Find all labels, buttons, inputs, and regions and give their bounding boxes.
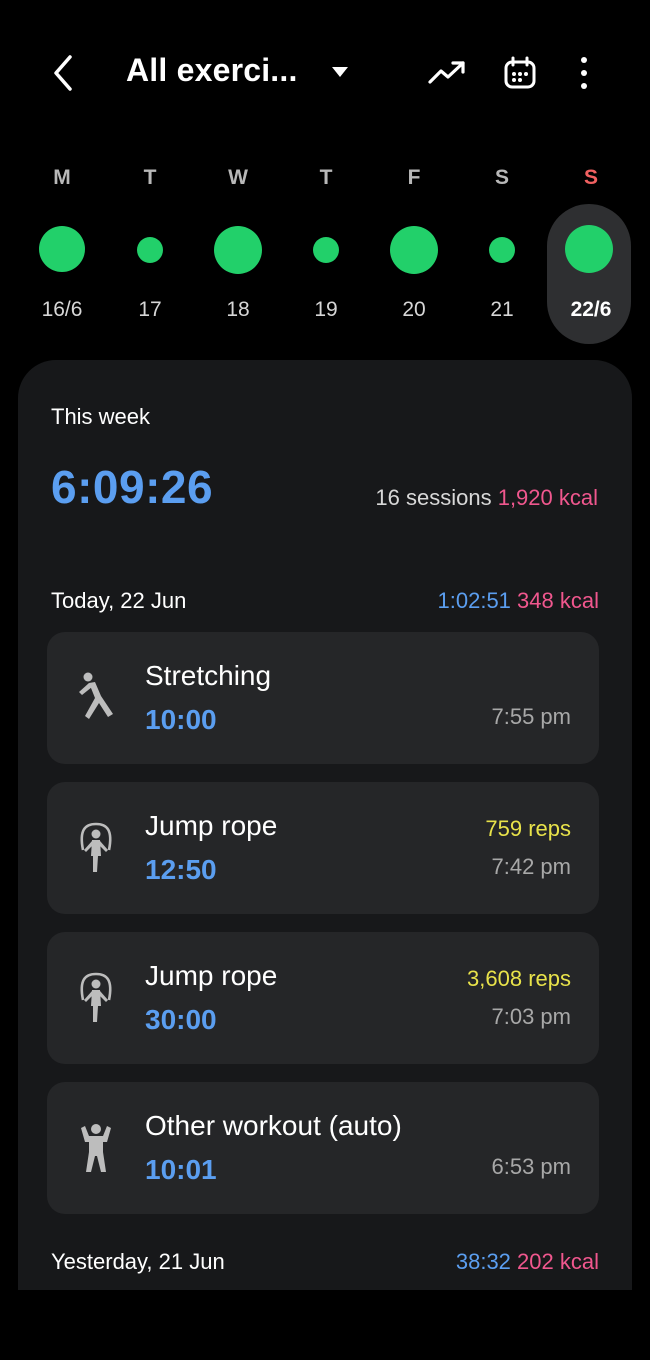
day-letter: W: [228, 166, 248, 189]
week-strip: M 16/6 T 17 W 18 T 19 F 20 S 21 S 22/6: [18, 150, 632, 350]
today-duration: 1:02:51: [437, 588, 511, 613]
day-letter: F: [407, 166, 421, 189]
dropdown-icon: [332, 67, 348, 77]
exercise-duration: 10:01: [145, 1154, 217, 1185]
activity-dot: [39, 226, 85, 272]
activity-dot: [489, 237, 515, 263]
day-fri[interactable]: F 20: [370, 150, 458, 344]
day-date: 16/6: [41, 298, 83, 321]
activity-dot: [565, 225, 613, 273]
calendar-button[interactable]: [497, 50, 543, 96]
more-options-button[interactable]: [566, 50, 602, 96]
yesterday-kcal: 202 kcal: [517, 1249, 599, 1274]
exercise-time: 6:53 pm: [491, 1154, 572, 1179]
week-summary: 16 sessions 1,920 kcal: [375, 485, 598, 511]
week-sessions: 16 sessions: [375, 485, 492, 510]
exercise-name: Jump rope: [145, 960, 278, 991]
exercise-item[interactable]: Stretching 10:00 7:55 pm: [47, 632, 599, 764]
exercise-duration: 12:50: [145, 854, 217, 885]
exercise-item[interactable]: Jump rope 12:50 759 reps 7:42 pm: [47, 782, 599, 914]
more-icon: [581, 57, 587, 89]
exercise-panel: This week 6:09:26 16 sessions 1,920 kcal…: [18, 360, 632, 1290]
today-label: Today, 22 Jun: [51, 588, 187, 613]
day-date: 19: [314, 298, 338, 321]
stretching-icon: [79, 672, 113, 719]
exercise-name: Stretching: [145, 660, 272, 691]
jump-rope-icon: [80, 972, 112, 1022]
back-icon: [54, 55, 72, 91]
exercise-name: Other workout (auto): [145, 1110, 402, 1141]
day-tue[interactable]: T 17: [106, 150, 194, 344]
day-date: 18: [226, 298, 250, 321]
day-letter: T: [143, 166, 157, 189]
filter-dropdown[interactable]: [328, 60, 352, 84]
exercise-time: 7:03 pm: [491, 1004, 572, 1029]
day-date: 21: [490, 298, 514, 321]
trend-icon: [428, 61, 465, 84]
week-total-duration: 6:09:26: [51, 461, 214, 513]
day-sat[interactable]: S 21: [458, 150, 546, 344]
exercise-name: Jump rope: [145, 810, 278, 841]
exercise-item[interactable]: Jump rope 30:00 3,608 reps 7:03 pm: [47, 932, 599, 1064]
day-sun-selected[interactable]: S 22/6: [547, 150, 635, 344]
exercise-duration: 30:00: [145, 1004, 217, 1035]
app-header: All exerci...: [0, 0, 650, 150]
day-letter: M: [53, 166, 71, 189]
page-title[interactable]: All exerci...: [126, 52, 298, 89]
exercise-time: 7:55 pm: [491, 704, 572, 729]
workout-icon: [81, 1124, 111, 1172]
back-button[interactable]: [40, 50, 86, 96]
yesterday-stats: 38:32 202 kcal: [456, 1249, 599, 1275]
exercise-reps: 759 reps: [485, 816, 571, 841]
today-kcal: 348 kcal: [517, 588, 599, 613]
activity-dot: [137, 237, 163, 263]
activity-dot: [390, 226, 438, 274]
day-date: 20: [402, 298, 426, 321]
week-kcal: 1,920 kcal: [497, 485, 598, 510]
day-date: 17: [138, 298, 162, 321]
day-wed[interactable]: W 18: [194, 150, 282, 344]
exercise-time: 7:42 pm: [491, 854, 572, 879]
day-thu[interactable]: T 19: [282, 150, 370, 344]
trends-button[interactable]: [424, 50, 470, 96]
activity-dot: [313, 237, 339, 263]
day-mon[interactable]: M 16/6: [18, 150, 106, 344]
day-letter: S: [583, 166, 598, 189]
day-date: 22/6: [570, 298, 612, 321]
week-label: This week: [51, 404, 151, 429]
calendar-icon: [504, 56, 536, 89]
exercise-duration: 10:00: [145, 704, 217, 735]
yesterday-duration: 38:32: [455, 1249, 511, 1274]
day-letter: S: [494, 166, 509, 189]
today-stats: 1:02:51 348 kcal: [438, 588, 599, 614]
yesterday-label: Yesterday, 21 Jun: [51, 1249, 225, 1274]
day-letter: T: [319, 166, 333, 189]
activity-dot: [214, 226, 262, 274]
exercise-item[interactable]: Other workout (auto) 10:01 6:53 pm: [47, 1082, 599, 1214]
jump-rope-icon: [80, 822, 112, 872]
exercise-reps: 3,608 reps: [467, 966, 571, 991]
